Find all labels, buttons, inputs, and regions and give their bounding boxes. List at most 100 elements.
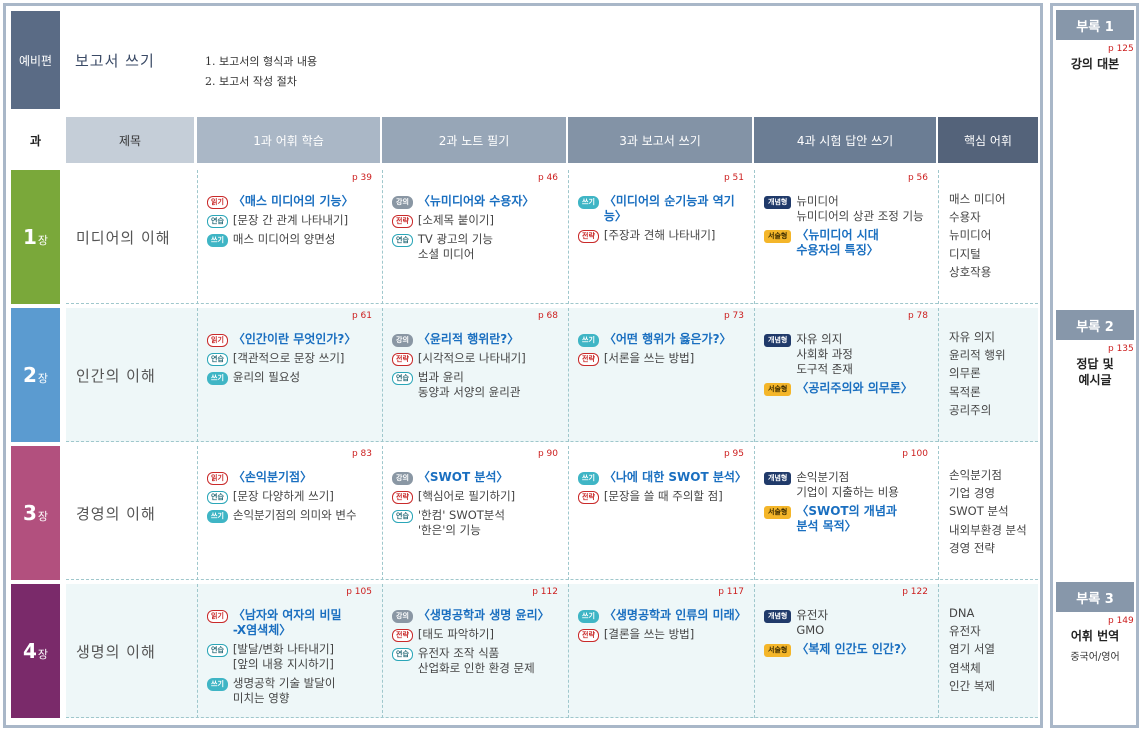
type-badge: 연습 (207, 353, 228, 366)
line-body: 뉴미디어 뉴미디어의 상관 조정 기능 (796, 194, 923, 224)
list-item: 쓰기 〈나에 대한 SWOT 분석〉 (578, 470, 747, 485)
type-badge: 강의 (392, 610, 413, 623)
line-body: 〈공리주의와 의무론〉 (796, 381, 913, 396)
keyword: SWOT 분석 (949, 504, 1009, 519)
line-body: [서론을 쓰는 방법] (604, 351, 694, 366)
keyword: 수용자 (949, 210, 981, 225)
appendix-title: 강의 대본 (1070, 57, 1120, 71)
line-text: 〈윤리적 행위란?〉 (417, 332, 520, 346)
line-text: 손익분기점의 의미와 변수 (232, 508, 357, 522)
line-text: 손익분기점 (796, 470, 850, 484)
list-item: 전략 [태도 파악하기] (392, 627, 558, 642)
list-item: 전략 [핵심어로 필기하기] (392, 489, 558, 504)
page-ref: p 117 (718, 587, 744, 597)
line-text: 법과 윤리 (417, 370, 464, 384)
line-text: 〈손익분기점〉 (232, 470, 313, 484)
chapter-cell-c3: p 51 쓰기 〈미디어의 순기능과 역기능〉 전략 [주장과 견해 나타내기] (568, 170, 752, 304)
chapter-cell-c1: p 83 읽기 〈손익분기점〉 연습 [문장 다양하게 쓰기] 쓰기 손익분기점… (197, 446, 380, 580)
line-text: [문장을 쓸 때 주의할 점] (603, 489, 723, 503)
chapter-cell-c3: p 117 쓰기 〈생명공학과 인류의 미래〉 전략 [결론을 쓰는 방법] (568, 584, 752, 718)
chapter-cell-c1: p 61 읽기 〈인간이란 무엇인가?〉 연습 [객관적으로 문장 쓰기] 쓰기… (197, 308, 380, 442)
type-badge: 쓰기 (207, 510, 228, 523)
list-item: 연습 [문장 다양하게 쓰기] (207, 489, 372, 504)
chapter-number: 4장 (11, 584, 60, 718)
list-item: 강의 〈윤리적 행위란?〉 (392, 332, 558, 347)
list-item: 전략 [서론을 쓰는 방법] (578, 351, 744, 366)
line-body: [핵심어로 필기하기] (418, 489, 515, 504)
line-text: 〈생명공학과 생명 윤리〉 (417, 608, 550, 622)
list-item: 서술형 〈공리주의와 의무론〉 (764, 381, 928, 396)
type-badge: 전략 (578, 230, 599, 243)
prelude-title: 보고서 쓰기 (75, 52, 155, 70)
type-badge: 서술형 (764, 644, 792, 657)
list-item: 전략 [시각적으로 나타내기] (392, 351, 558, 366)
line-body: [문장을 쓸 때 주의할 점] (604, 489, 723, 504)
chapter-number: 3장 (11, 446, 60, 580)
line-text: 〈남자와 여자의 비밀 (232, 608, 342, 622)
prelude-item: 1. 보고서의 형식과 내용 (205, 55, 318, 68)
type-badge: 전략 (392, 353, 413, 366)
line-text: 자유 의지 (796, 332, 843, 346)
line-body: 손익분기점 기업이 지출하는 비용 (796, 470, 899, 500)
header-col5: 핵심 어휘 (938, 117, 1038, 163)
list-item: 개념형 자유 의지 사회화 과정 도구적 존재 (764, 332, 928, 377)
keyword: 의무론 (949, 366, 981, 381)
header-col4: 4과 시험 답안 쓰기 (754, 117, 936, 163)
chapter-cell-c4: p 122 개념형 유전자 GMO 서술형 〈복제 인간도 인간?〉 (754, 584, 936, 718)
line-text: 유전자 조작 식품 (417, 646, 500, 660)
line-text: 〈나에 대한 SWOT 분석〉 (603, 470, 747, 484)
keyword: 디지털 (949, 246, 981, 261)
type-badge: 쓰기 (578, 334, 599, 347)
line-body: [객관적으로 문장 쓰기] (233, 351, 345, 366)
type-badge: 전략 (392, 215, 413, 228)
line-body: 〈뉴미디어 시대 수용자의 특징〉 (796, 228, 878, 258)
type-badge: 전략 (578, 353, 599, 366)
chapter-title: 생명의 이해 (76, 642, 156, 661)
page-ref: p 95 (723, 449, 744, 459)
chapter-cell-c4: p 56 개념형 뉴미디어 뉴미디어의 상관 조정 기능 서술형 〈뉴미디어 시대… (754, 170, 936, 304)
chapter-cell-c4: p 78 개념형 자유 의지 사회화 과정 도구적 존재 서술형 〈공리주의와 의무… (754, 308, 936, 442)
header-col1: 1과 어휘 학습 (197, 117, 380, 163)
header-col2: 2과 노트 필기 (382, 117, 566, 163)
line-body: 윤리의 필요성 (233, 370, 300, 385)
line-text: GMO (796, 623, 825, 637)
line-text: 사회화 과정 (796, 347, 853, 361)
list-item: 개념형 뉴미디어 뉴미디어의 상관 조정 기능 (764, 194, 928, 224)
list-item: 쓰기 손익분기점의 의미와 변수 (207, 508, 372, 523)
page-ref: p 112 (532, 587, 558, 597)
line-text: 〈SWOT 분석〉 (417, 470, 509, 484)
line-body: 〈미디어의 순기능과 역기능〉 (604, 194, 744, 224)
keyword-list: 매스 미디어 수용자 뉴미디어 디지털 상호작용 (938, 170, 1038, 304)
chapter-title: 경영의 이해 (76, 504, 156, 523)
keyword: 경영 전략 (949, 540, 995, 555)
keyword: 매스 미디어 (949, 192, 1006, 206)
keyword-list: 손익분기점 기업 경영 SWOT 분석 내외부환경 분석 경영 전략 (938, 446, 1038, 580)
page-ref: p 105 (346, 587, 372, 597)
prelude-item: 2. 보고서 작성 절차 (205, 75, 297, 88)
line-body: 〈생명공학과 인류의 미래〉 (604, 608, 747, 623)
header-title: 제목 (66, 117, 194, 163)
type-badge: 연습 (392, 648, 413, 661)
line-text: '한컴' SWOT분석 (417, 508, 505, 522)
line-body: 〈손익분기점〉 (233, 470, 312, 485)
chapter-title: 미디어의 이해 (76, 228, 171, 247)
list-item: 쓰기 생명공학 기술 발달이 미치는 영향 (207, 676, 372, 706)
type-badge: 쓰기 (207, 372, 228, 385)
appendix-page: p 125 (1108, 44, 1134, 54)
type-badge: 읽기 (207, 472, 228, 485)
type-badge: 강의 (392, 196, 413, 209)
appendix-title: 정답 및 (1076, 357, 1114, 371)
line-body: [주장과 견해 나타내기] (604, 228, 716, 243)
line-text: 도구적 존재 (796, 362, 853, 376)
line-text: [주장과 견해 나타내기] (603, 228, 716, 242)
page-ref: p 68 (537, 311, 558, 321)
line-body: [결론을 쓰는 방법] (604, 627, 694, 642)
chapter-cell-c1: p 39 읽기 〈매스 미디어의 기능〉 연습 [문장 간 관계 나타내기] 쓰… (197, 170, 380, 304)
line-text: 동양과 서양의 윤리관 (417, 385, 521, 399)
keyword: 공리주의 (949, 402, 992, 417)
line-body: '한컴' SWOT분석 '한은'의 기능 (418, 508, 505, 538)
chapter-number: 1장 (11, 170, 60, 304)
chapter-num: 2 (22, 363, 37, 387)
line-text: 〈뉴미디어 시대 (796, 228, 879, 242)
line-body: 매스 미디어의 양면성 (233, 232, 336, 247)
